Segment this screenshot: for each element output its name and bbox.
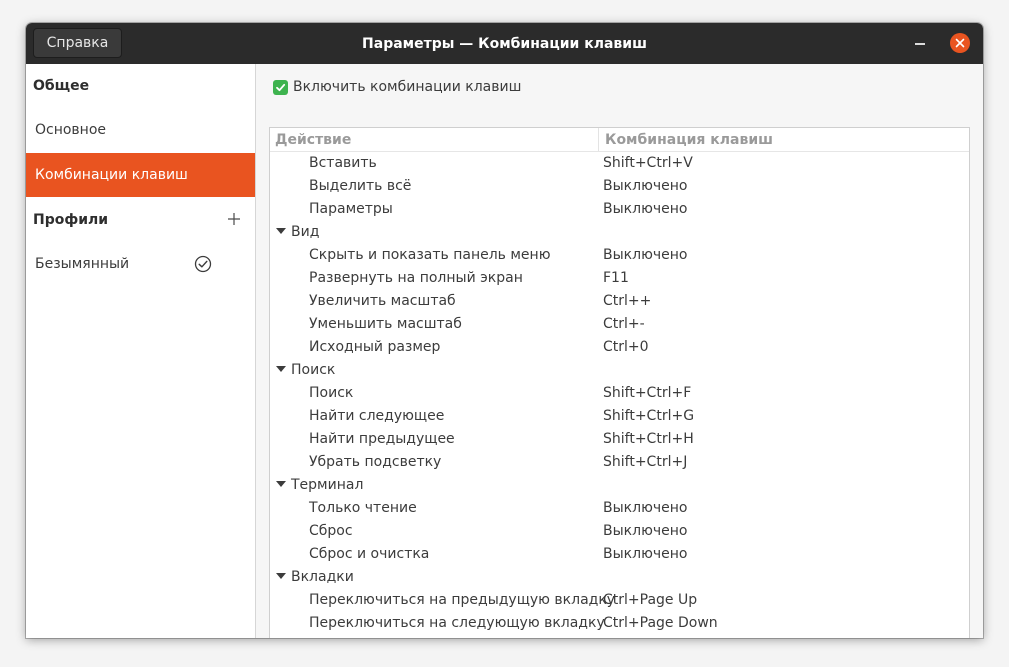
help-button[interactable]: Справка: [33, 28, 122, 58]
column-header-action[interactable]: Действие: [275, 128, 351, 151]
action-label: Найти следующее: [309, 407, 445, 424]
minimize-icon[interactable]: [915, 43, 925, 45]
action-label: Поиск: [309, 384, 354, 401]
sidebar-item-profile-unnamed[interactable]: Безымянный: [26, 242, 255, 286]
shortcut-value[interactable]: Ctrl+-: [603, 312, 645, 335]
table-row[interactable]: Вставить Shift+Ctrl+V: [270, 151, 969, 174]
expander-triangle-icon[interactable]: [276, 573, 286, 579]
shortcut-value[interactable]: Ctrl+Page Up: [603, 588, 697, 611]
action-label: Исходный размер: [309, 338, 441, 355]
action-label: Сброс и очистка: [309, 545, 430, 562]
table-row[interactable]: Скрыть и показать панель меню Выключено: [270, 243, 969, 266]
enable-shortcuts-checkbox[interactable]: [273, 79, 288, 95]
action-label: Развернуть на полный экран: [309, 269, 523, 286]
shortcut-value[interactable]: Shift+Ctrl+G: [603, 404, 694, 427]
expander-triangle-icon[interactable]: [276, 481, 286, 487]
table-row[interactable]: Развернуть на полный экран F11: [270, 266, 969, 289]
shortcut-value[interactable]: Ctrl+Page Down: [603, 611, 718, 634]
close-button[interactable]: [950, 33, 970, 53]
action-label: Убрать подсветку: [309, 453, 442, 470]
table-row[interactable]: Уменьшить масштаб Ctrl+-: [270, 312, 969, 335]
tree-category-row[interactable]: Поиск: [270, 358, 969, 381]
shortcuts-tree[interactable]: Действие Комбинация клавиш Вставить Shift…: [269, 127, 970, 638]
action-label: Переключиться на предыдущую вкладку: [309, 591, 616, 608]
enable-shortcuts-label: Включить комбинации клавиш: [293, 79, 522, 95]
default-profile-check-icon: [194, 255, 212, 273]
action-label: Переключиться на следующую вкладку: [309, 614, 605, 631]
category-label: Вкладки: [291, 568, 354, 585]
expander-triangle-icon[interactable]: [276, 366, 286, 372]
shortcut-value[interactable]: Shift+Ctrl+J: [603, 450, 687, 473]
column-header-combo[interactable]: Комбинация клавиш: [605, 128, 773, 151]
category-label: Поиск: [291, 361, 336, 378]
sidebar: Общее Основное Комбинации клавиш Профили…: [26, 64, 256, 638]
table-row[interactable]: Параметры Выключено: [270, 197, 969, 220]
close-icon: [955, 38, 965, 48]
profile-name-label: Безымянный: [35, 256, 130, 272]
sidebar-item-basic[interactable]: Основное: [26, 108, 255, 152]
shortcut-value[interactable]: Ctrl++: [603, 289, 651, 312]
column-separator: [598, 128, 599, 151]
shortcut-value[interactable]: Shift+Ctrl+Page Up: [603, 634, 741, 639]
table-row[interactable]: Переключиться на предыдущую вкладку Ctrl+…: [270, 588, 969, 611]
table-row[interactable]: Найти предыдущее Shift+Ctrl+H: [270, 427, 969, 450]
sidebar-heading-general: Общее: [33, 78, 90, 94]
shortcut-value[interactable]: Выключено: [603, 496, 687, 519]
table-row[interactable]: Исходный размер Ctrl+0: [270, 335, 969, 358]
sidebar-heading-profiles: Профили: [26, 198, 255, 242]
action-label: Вставить: [309, 154, 377, 171]
action-label: Сброс: [309, 522, 353, 539]
table-row[interactable]: Переместить вкладку влево Shift+Ctrl+Page…: [270, 634, 969, 639]
category-label: Терминал: [291, 476, 364, 493]
sidebar-item-shortcuts[interactable]: Комбинации клавиш: [26, 153, 255, 197]
expander-triangle-icon[interactable]: [276, 228, 286, 234]
action-label: Параметры: [309, 200, 393, 217]
table-row[interactable]: Сброс и очистка Выключено: [270, 542, 969, 565]
tree-category-row[interactable]: Терминал: [270, 473, 969, 496]
action-label: Скрыть и показать панель меню: [309, 246, 551, 263]
shortcut-value[interactable]: Shift+Ctrl+H: [603, 427, 694, 450]
tree-rows: Вставить Shift+Ctrl+V Выделить всё Выключен…: [270, 151, 969, 638]
action-label: Уменьшить масштаб: [309, 315, 462, 332]
table-row[interactable]: Только чтение Выключено: [270, 496, 969, 519]
shortcut-value[interactable]: Shift+Ctrl+V: [603, 151, 693, 174]
table-row[interactable]: Переключиться на следующую вкладку Ctrl+P…: [270, 611, 969, 634]
table-row[interactable]: Увеличить масштаб Ctrl++: [270, 289, 969, 312]
table-row[interactable]: Выделить всё Выключено: [270, 174, 969, 197]
table-row[interactable]: Поиск Shift+Ctrl+F: [270, 381, 969, 404]
shortcut-value[interactable]: Выключено: [603, 542, 687, 565]
tree-header: Действие Комбинация клавиш: [270, 128, 969, 152]
table-row[interactable]: Убрать подсветку Shift+Ctrl+J: [270, 450, 969, 473]
table-row[interactable]: Сброс Выключено: [270, 519, 969, 542]
action-label: Только чтение: [309, 499, 417, 516]
titlebar: Справка Параметры — Комбинации клавиш: [26, 23, 983, 64]
shortcut-value[interactable]: Ctrl+0: [603, 335, 649, 358]
shortcut-value[interactable]: F11: [603, 266, 629, 289]
shortcut-value[interactable]: Shift+Ctrl+F: [603, 381, 691, 404]
table-row[interactable]: Найти следующее Shift+Ctrl+G: [270, 404, 969, 427]
add-profile-icon[interactable]: [227, 212, 241, 226]
window-title: Параметры — Комбинации клавиш: [362, 35, 647, 52]
profiles-heading-label: Профили: [33, 212, 109, 228]
category-label: Вид: [291, 223, 320, 240]
shortcut-value[interactable]: Выключено: [603, 197, 687, 220]
tree-category-row[interactable]: Вкладки: [270, 565, 969, 588]
enable-shortcuts-row[interactable]: Включить комбинации клавиш: [273, 78, 521, 96]
checkmark-icon: [276, 83, 286, 91]
action-label: Выделить всё: [309, 177, 412, 194]
action-label: Найти предыдущее: [309, 430, 455, 447]
shortcut-value[interactable]: Выключено: [603, 519, 687, 542]
preferences-window: Справка Параметры — Комбинации клавиш Об…: [26, 23, 983, 638]
shortcut-value[interactable]: Выключено: [603, 243, 687, 266]
action-label: Увеличить масштаб: [309, 292, 456, 309]
action-label: Переместить вкладку влево: [309, 634, 518, 639]
shortcuts-panel: Включить комбинации клавиш Действие Комб…: [256, 64, 983, 638]
tree-category-row[interactable]: Вид: [270, 220, 969, 243]
shortcut-value[interactable]: Выключено: [603, 174, 687, 197]
